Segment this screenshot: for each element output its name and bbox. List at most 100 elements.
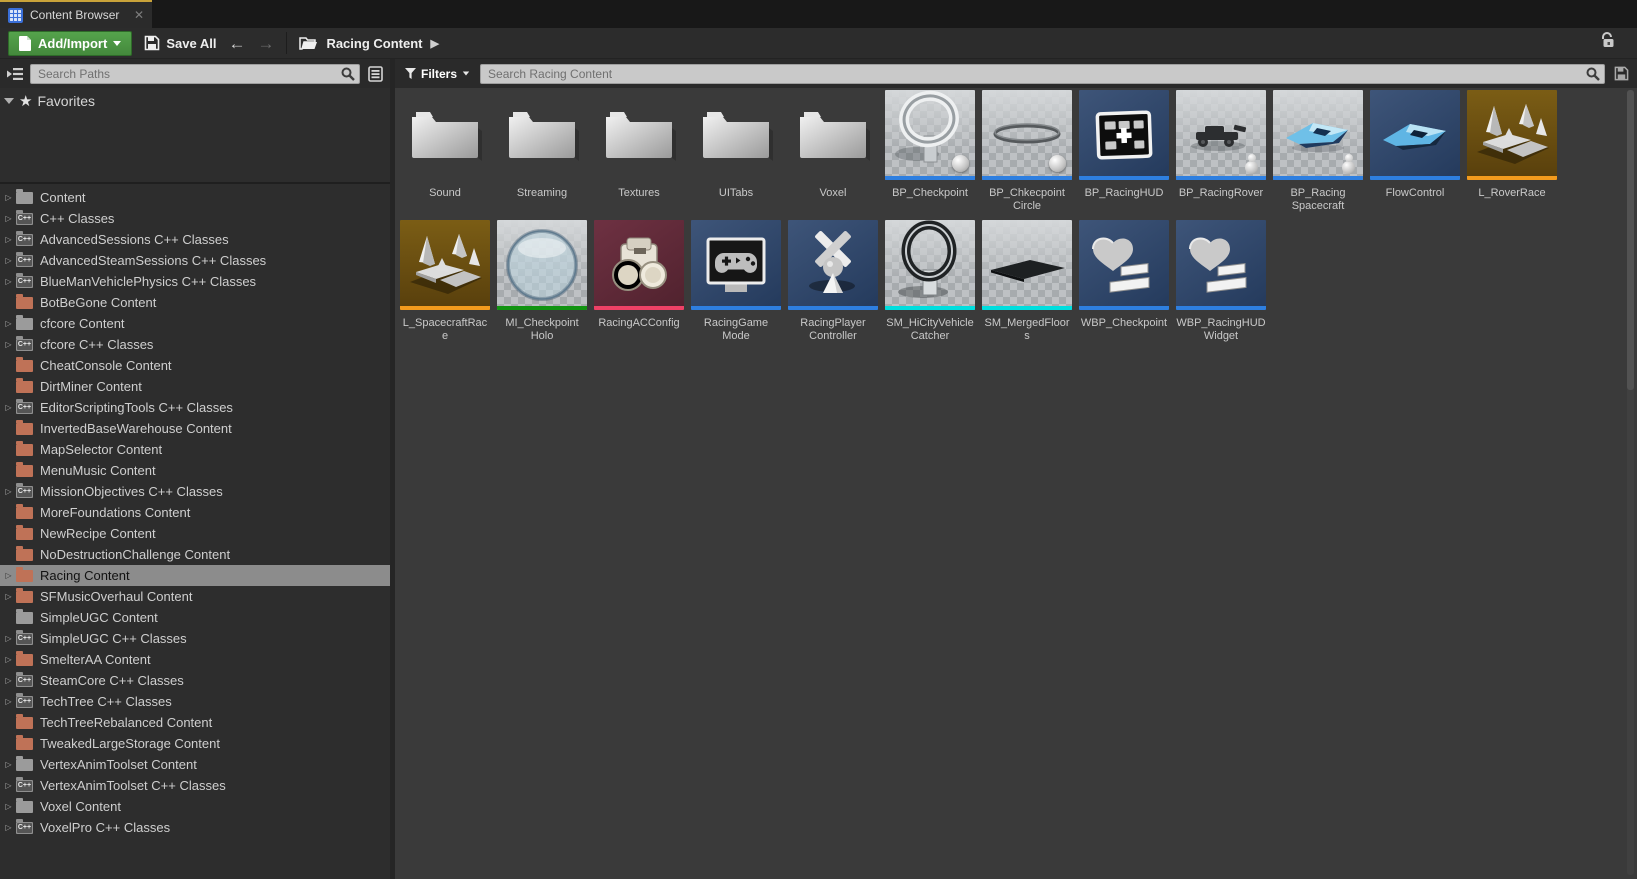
tree-item-c-classes[interactable]: ▷ C++ Classes bbox=[0, 208, 390, 229]
scrollbar-thumb[interactable] bbox=[1627, 90, 1634, 390]
expand-arrow-icon[interactable]: ▷ bbox=[3, 634, 14, 643]
tree-item-advancedsessions-c-classes[interactable]: ▷ AdvancedSessions C++ Classes bbox=[0, 229, 390, 250]
tree-item-invertedbasewarehouse-content[interactable]: InvertedBaseWarehouse Content bbox=[0, 418, 390, 439]
folder-tile-sound[interactable]: Sound bbox=[400, 90, 490, 210]
tree-item-label: AdvancedSessions C++ Classes bbox=[40, 232, 229, 247]
tree-item-tweakedlargestorage-content[interactable]: TweakedLargeStorage Content bbox=[0, 733, 390, 754]
tree-item-simpleugc-content[interactable]: SimpleUGC Content bbox=[0, 607, 390, 628]
tree-item-mapselector-content[interactable]: MapSelector Content bbox=[0, 439, 390, 460]
expand-arrow-icon[interactable]: ▷ bbox=[3, 319, 14, 328]
asset-tile-bp-racinghud[interactable]: BP_RacingHUD bbox=[1079, 90, 1169, 210]
back-button[interactable]: ← bbox=[228, 35, 245, 52]
asset-tile-racingacconfig[interactable]: RacingACConfig bbox=[594, 220, 684, 340]
asset-tile-racingplayer-controller[interactable]: RacingPlayer Controller bbox=[788, 220, 878, 342]
search-paths-input[interactable] bbox=[30, 63, 360, 84]
tree-item-dirtminer-content[interactable]: DirtMiner Content bbox=[0, 376, 390, 397]
lock-icon[interactable] bbox=[1600, 32, 1615, 54]
expand-arrow-icon[interactable]: ▷ bbox=[3, 823, 14, 832]
tab-close-icon[interactable]: ✕ bbox=[134, 8, 144, 22]
tree-item-simpleugc-c-classes[interactable]: ▷ SimpleUGC C++ Classes bbox=[0, 628, 390, 649]
view-options-icon[interactable] bbox=[365, 64, 385, 84]
folder-tile-voxel[interactable]: Voxel bbox=[788, 90, 878, 210]
expand-arrow-icon[interactable]: ▷ bbox=[3, 781, 14, 790]
asset-tile-sm-hicityvehicle-catcher[interactable]: SM_HiCityVehicle Catcher bbox=[885, 220, 975, 342]
tree-item-bluemanvehiclephysics-c-classes[interactable]: ▷ BlueManVehiclePhysics C++ Classes bbox=[0, 271, 390, 292]
folder-tile-uitabs[interactable]: UITabs bbox=[691, 90, 781, 210]
asset-tile-flowcontrol[interactable]: FlowControl bbox=[1370, 90, 1460, 210]
asset-type-color-bar bbox=[691, 306, 781, 310]
tree-item-botbegone-content[interactable]: BotBeGone Content bbox=[0, 292, 390, 313]
asset-tile-l-roverrace[interactable]: L_RoverRace bbox=[1467, 90, 1557, 210]
tree-item-vertexanimtoolset-c-classes[interactable]: ▷ VertexAnimToolset C++ Classes bbox=[0, 775, 390, 796]
tree-item-voxelpro-c-classes[interactable]: ▷ VoxelPro C++ Classes bbox=[0, 817, 390, 838]
expand-arrow-icon[interactable]: ▷ bbox=[3, 676, 14, 685]
save-all-button[interactable]: Save All bbox=[144, 35, 216, 51]
expand-arrow-icon[interactable]: ▷ bbox=[3, 340, 14, 349]
asset-tile-wbp-racinghud-widget[interactable]: WBP_RacingHUD Widget bbox=[1176, 220, 1266, 342]
asset-tile-sm-mergedfloors[interactable]: SM_MergedFloors bbox=[982, 220, 1072, 342]
expand-arrow-icon[interactable]: ▷ bbox=[3, 571, 14, 580]
asset-label: Streaming bbox=[516, 187, 568, 199]
expand-arrow-icon[interactable]: ▷ bbox=[3, 592, 14, 601]
search-assets-input[interactable] bbox=[480, 63, 1605, 84]
save-search-icon[interactable] bbox=[1611, 64, 1631, 84]
tree-item-techtreerebalanced-content[interactable]: TechTreeRebalanced Content bbox=[0, 712, 390, 733]
tree-item-racing-content[interactable]: ▷ Racing Content bbox=[0, 565, 390, 586]
expand-arrow-icon[interactable]: ▷ bbox=[3, 235, 14, 244]
add-import-button[interactable]: Add/Import bbox=[8, 30, 133, 56]
expand-arrow-icon[interactable]: ▷ bbox=[3, 487, 14, 496]
asset-tile-bp-racing-spacecraft[interactable]: BP_Racing Spacecraft bbox=[1273, 90, 1363, 212]
tree-item-cheatconsole-content[interactable]: CheatConsole Content bbox=[0, 355, 390, 376]
expand-arrow-icon[interactable]: ▷ bbox=[3, 193, 14, 202]
expand-arrow-icon[interactable]: ▷ bbox=[3, 214, 14, 223]
expand-arrow-icon[interactable]: ▷ bbox=[3, 403, 14, 412]
breadcrumb[interactable]: Racing Content ▶ bbox=[299, 36, 439, 51]
expand-arrow-icon[interactable]: ▷ bbox=[3, 760, 14, 769]
tree-item-vertexanimtoolset-content[interactable]: ▷ VertexAnimToolset Content bbox=[0, 754, 390, 775]
asset-thumbnail bbox=[594, 220, 684, 310]
expand-arrow-icon[interactable]: ▷ bbox=[3, 256, 14, 265]
breadcrumb-next-icon[interactable]: ▶ bbox=[431, 37, 439, 50]
favorites-header[interactable]: ★ Favorites bbox=[4, 93, 386, 109]
forward-button[interactable]: → bbox=[257, 35, 274, 52]
folder-tile-textures[interactable]: Textures bbox=[594, 90, 684, 210]
expand-arrow-icon[interactable] bbox=[4, 98, 14, 104]
tree-item-menumusic-content[interactable]: MenuMusic Content bbox=[0, 460, 390, 481]
tree-item-techtree-c-classes[interactable]: ▷ TechTree C++ Classes bbox=[0, 691, 390, 712]
tree-item-voxel-content[interactable]: ▷ Voxel Content bbox=[0, 796, 390, 817]
asset-thumbnail bbox=[1273, 90, 1363, 180]
tree-item-cfcore-content[interactable]: ▷ cfcore Content bbox=[0, 313, 390, 334]
folder-tile-streaming[interactable]: Streaming bbox=[497, 90, 587, 210]
asset-tile-bp-racingrover[interactable]: BP_RacingRover bbox=[1176, 90, 1266, 210]
tree-item-steamcore-c-classes[interactable]: ▷ SteamCore C++ Classes bbox=[0, 670, 390, 691]
tab-content-browser[interactable]: Content Browser ✕ bbox=[0, 0, 152, 28]
asset-thumbnail bbox=[788, 220, 878, 310]
vertical-scrollbar[interactable] bbox=[1627, 90, 1634, 875]
filters-button[interactable]: Filters bbox=[401, 67, 474, 81]
sources-panel-toggle-icon[interactable] bbox=[5, 64, 25, 84]
asset-tile-bp-chkecpoint-circle[interactable]: BP_Chkecpoint Circle bbox=[982, 90, 1072, 212]
tree-item-advancedsteamsessions-c-classes[interactable]: ▷ AdvancedSteamSessions C++ Classes bbox=[0, 250, 390, 271]
asset-tile-racinggame-mode[interactable]: RacingGame Mode bbox=[691, 220, 781, 342]
tree-item-editorscriptingtools-c-classes[interactable]: ▷ EditorScriptingTools C++ Classes bbox=[0, 397, 390, 418]
expand-arrow-icon[interactable]: ▷ bbox=[3, 697, 14, 706]
tree-item-missionobjectives-c-classes[interactable]: ▷ MissionObjectives C++ Classes bbox=[0, 481, 390, 502]
asset-tile-l-spacecraftrace[interactable]: L_SpacecraftRace bbox=[400, 220, 490, 342]
asset-label: BP_Checkpoint bbox=[892, 187, 968, 199]
tree-item-label: SmelterAA Content bbox=[40, 652, 151, 667]
tree-item-content[interactable]: ▷ Content bbox=[0, 187, 390, 208]
tree-item-morefoundations-content[interactable]: MoreFoundations Content bbox=[0, 502, 390, 523]
tree-item-nodestructionchallenge-content[interactable]: NoDestructionChallenge Content bbox=[0, 544, 390, 565]
asset-tile-bp-checkpoint[interactable]: BP_Checkpoint bbox=[885, 90, 975, 210]
asset-tile-mi-checkpoint-holo[interactable]: MI_Checkpoint Holo bbox=[497, 220, 587, 342]
subheader: Filters bbox=[0, 58, 1637, 88]
tree-item-cfcore-c-classes[interactable]: ▷ cfcore C++ Classes bbox=[0, 334, 390, 355]
save-all-label: Save All bbox=[166, 35, 217, 51]
expand-arrow-icon[interactable]: ▷ bbox=[3, 655, 14, 664]
expand-arrow-icon[interactable]: ▷ bbox=[3, 802, 14, 811]
tree-item-newrecipe-content[interactable]: NewRecipe Content bbox=[0, 523, 390, 544]
tree-item-sfmusicoverhaul-content[interactable]: ▷ SFMusicOverhaul Content bbox=[0, 586, 390, 607]
tree-item-smelteraa-content[interactable]: ▷ SmelterAA Content bbox=[0, 649, 390, 670]
asset-tile-wbp-checkpoint[interactable]: WBP_Checkpoint bbox=[1079, 220, 1169, 340]
expand-arrow-icon[interactable]: ▷ bbox=[3, 277, 14, 286]
